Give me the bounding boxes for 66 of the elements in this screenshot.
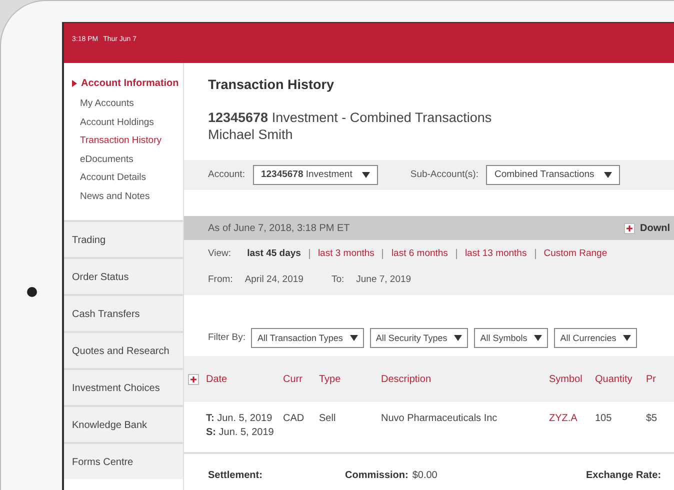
sidebar-link[interactable]: Account Details <box>72 169 183 188</box>
date-value: April 24, 2019 <box>244 273 304 288</box>
table-cell-text: Nuvo Pharmaceuticals Inc <box>381 412 498 426</box>
download-link[interactable]: Downl <box>640 220 670 236</box>
account-dropdown[interactable]: 12345678 Investment <box>252 165 378 186</box>
detail-value: $0.00 <box>412 469 438 484</box>
sidebar-link[interactable]: Transaction History <box>72 132 183 150</box>
as-of-text: As of June 7, 2018, 3:18 PM ET <box>208 222 350 236</box>
filter-dropdown[interactable]: All Transaction Types <box>251 328 364 348</box>
view-range-link[interactable]: last 6 months <box>391 247 448 262</box>
triangle-icon <box>72 80 77 87</box>
view-range-link[interactable]: last 3 months <box>318 247 374 262</box>
table-cell-text: CAD <box>283 412 306 426</box>
sidebar-item[interactable]: Trading <box>64 220 183 257</box>
camera-dot <box>27 287 37 297</box>
column-header[interactable]: Pr <box>646 372 670 387</box>
sidebar-link[interactable]: News and Notes <box>72 188 183 206</box>
plus-icon[interactable] <box>188 374 199 385</box>
symbol-link[interactable]: ZYZ.A <box>549 412 595 426</box>
sidebar-link[interactable]: eDocuments <box>72 150 183 169</box>
sidebar-link[interactable]: My Accounts <box>72 95 183 114</box>
caret-icon <box>362 172 370 178</box>
sidebar-item[interactable]: Investment Choices <box>64 368 183 405</box>
view-range-link[interactable]: last 13 months <box>464 247 527 262</box>
filter-dropdown[interactable]: All Security Types <box>370 328 468 348</box>
page-title: Transaction History <box>208 76 336 94</box>
caret-icon <box>623 335 632 342</box>
field-label: To: <box>331 273 344 288</box>
column-header[interactable]: Type <box>319 372 381 387</box>
table-cell-text: $5 <box>646 412 658 426</box>
date-value: June 7, 2019 <box>356 273 412 288</box>
view-range-link[interactable]: Custom Range <box>544 247 608 262</box>
detail-label: Commission: <box>345 469 408 484</box>
column-header[interactable]: Quantity <box>595 372 646 387</box>
table-cell-text: 105 <box>595 412 613 426</box>
sidebar-item[interactable]: Knowledge Bank <box>64 405 183 442</box>
column-header[interactable]: Curr <box>283 372 319 387</box>
sidebar-link[interactable]: Account Holdings <box>72 114 183 132</box>
sidebar-item[interactable]: Order Status <box>64 257 183 294</box>
account-holder: Michael Smith <box>208 126 294 144</box>
field-label: From: <box>208 273 233 288</box>
field-label: Sub-Account(s): <box>410 168 478 182</box>
field-label: View: <box>208 247 232 262</box>
field-label: Filter By: <box>208 331 246 346</box>
column-header[interactable]: Symbol <box>549 372 595 387</box>
caret-icon <box>350 335 358 342</box>
field-label: Account: <box>208 168 245 182</box>
sidebar-item[interactable]: Forms Centre <box>64 442 183 479</box>
sub-account-dropdown[interactable]: Combined Transactions <box>486 165 620 186</box>
table-cell-text: Sell <box>319 412 337 426</box>
column-header[interactable]: Date <box>206 372 283 387</box>
sidebar-section-header[interactable]: Account Information <box>72 76 183 91</box>
detail-label: Settlement: <box>208 469 262 484</box>
caret-icon <box>534 335 542 342</box>
sidebar-item[interactable]: Cash Transfers <box>64 294 183 331</box>
caret-icon <box>604 172 612 178</box>
detail-label: Exchange Rate: <box>586 469 662 484</box>
sidebar-item[interactable]: Quotes and Research <box>64 331 183 368</box>
plus-icon[interactable] <box>624 222 635 234</box>
account-heading: 12345678 Investment - Combined Transactions <box>208 109 493 126</box>
filter-dropdown[interactable]: All Currencies <box>554 328 638 348</box>
caret-icon <box>454 335 462 342</box>
column-header[interactable]: Description <box>381 372 549 387</box>
filter-dropdown[interactable]: All Symbols <box>474 328 548 348</box>
view-range-link[interactable]: last 45 days <box>247 247 301 262</box>
date-cell-text: T: Jun. 5, 2019 S: Jun. 5, 2019 <box>206 412 275 440</box>
